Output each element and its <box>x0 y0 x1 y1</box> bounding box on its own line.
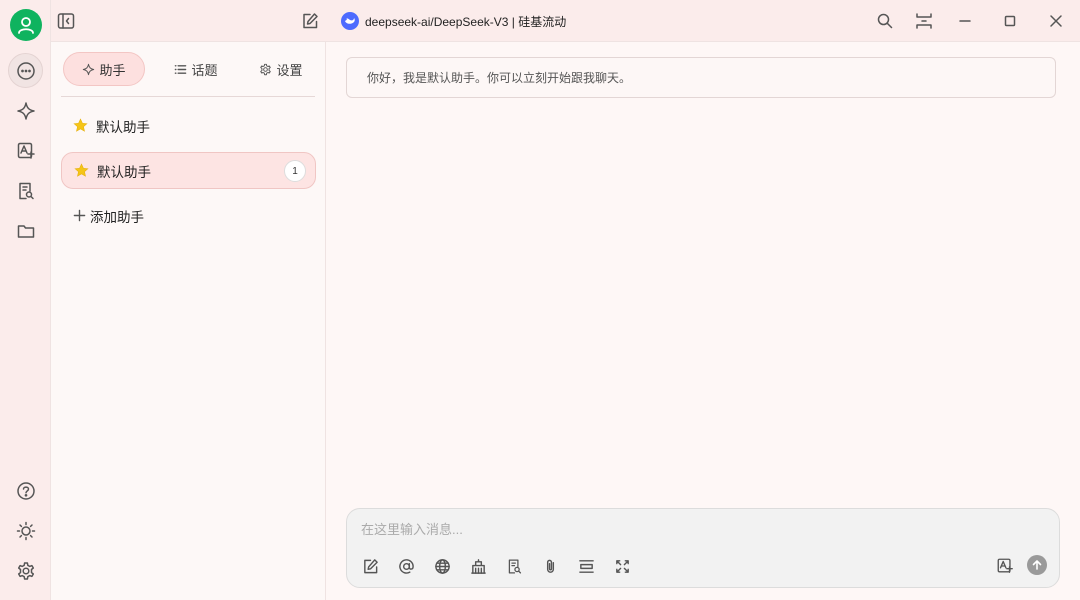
assistant-panel: 助手 话题 设置 默认助手 默认助手 1 添加助手 <box>51 41 326 600</box>
sidebar-toggle-icon <box>57 13 75 29</box>
assistant-item[interactable]: 默认助手 <box>61 107 316 144</box>
edit-icon <box>363 558 378 573</box>
expand-input-tool[interactable] <box>610 554 634 578</box>
send-button[interactable] <box>1027 555 1047 575</box>
minimize-icon <box>959 20 971 22</box>
maximize-button[interactable] <box>997 8 1023 34</box>
star-icon <box>74 163 89 177</box>
toggle-sidebar-button[interactable] <box>53 8 79 34</box>
at-sign-icon <box>398 558 414 574</box>
rail-agents-button[interactable] <box>8 93 43 128</box>
deepseek-logo-icon <box>341 12 359 30</box>
tab-settings[interactable]: 设置 <box>241 52 321 86</box>
folder-icon <box>17 224 34 238</box>
greeting-text: 你好，我是默认助手。你可以立刻开始跟我聊天。 <box>367 71 632 85</box>
maximize-icon <box>1004 15 1016 27</box>
tab-assistants[interactable]: 助手 <box>63 52 145 86</box>
translate-tool[interactable] <box>993 554 1017 578</box>
gear-icon <box>260 63 272 75</box>
close-icon <box>1050 15 1062 27</box>
left-rail <box>0 0 51 600</box>
rail-help-button[interactable] <box>8 473 43 508</box>
search-button[interactable] <box>872 8 898 34</box>
assistant-item-selected[interactable]: 默认助手 1 <box>61 152 316 189</box>
list-icon <box>175 64 187 74</box>
search-icon <box>877 13 893 29</box>
library-icon <box>470 558 486 574</box>
add-assistant-button[interactable]: 添加助手 <box>61 197 316 234</box>
document-search-icon <box>18 182 34 199</box>
tab-settings-label: 设置 <box>276 62 303 78</box>
tabs-divider <box>61 96 315 97</box>
assistant-item-label: 默认助手 <box>96 119 150 135</box>
rail-docs-button[interactable] <box>8 173 43 208</box>
tab-topics-label: 话题 <box>191 62 218 78</box>
message-input[interactable] <box>361 518 1041 540</box>
titlebar: deepseek-ai/DeepSeek-V3 | 硅基流动 <box>51 0 1080 41</box>
assistant-item-label: 默认助手 <box>97 164 151 180</box>
sparkle-icon <box>16 101 35 120</box>
rail-files-button[interactable] <box>8 213 43 248</box>
model-name-label: deepseek-ai/DeepSeek-V3 | 硅基流动 <box>365 14 567 29</box>
user-icon <box>18 17 34 34</box>
help-icon <box>16 481 35 500</box>
narrow-mode-icon <box>916 13 932 29</box>
panel-tabs: 助手 话题 设置 <box>61 52 316 88</box>
tab-topics[interactable]: 话题 <box>156 52 236 86</box>
topic-count-badge: 1 <box>284 160 306 182</box>
chat-bubble-icon <box>16 61 35 80</box>
rail-settings-button[interactable] <box>8 553 43 588</box>
plus-icon <box>73 209 86 222</box>
tab-assistants-label: 助手 <box>99 62 126 78</box>
sun-icon <box>16 521 35 540</box>
assistant-greeting-message: 你好，我是默认助手。你可以立刻开始跟我聊天。 <box>346 57 1056 98</box>
document-search-tool[interactable] <box>502 554 526 578</box>
knowledge-base-tool[interactable] <box>466 554 490 578</box>
minimize-button[interactable] <box>952 8 978 34</box>
rail-chat-button[interactable] <box>8 53 43 88</box>
image-translate-icon <box>17 142 35 159</box>
image-translate-icon <box>997 558 1013 573</box>
new-topic-tool[interactable] <box>358 554 382 578</box>
rail-paint-button[interactable] <box>8 133 43 168</box>
add-assistant-label: 添加助手 <box>90 209 144 225</box>
star-icon <box>73 118 88 132</box>
mention-model-tool[interactable] <box>394 554 418 578</box>
expand-icon <box>615 559 629 573</box>
message-composer <box>346 508 1060 588</box>
close-button[interactable] <box>1043 8 1069 34</box>
new-chat-button[interactable] <box>297 8 323 34</box>
rail-theme-button[interactable] <box>8 513 43 548</box>
edit-icon <box>303 13 318 29</box>
globe-icon <box>434 558 450 574</box>
attach-file-tool[interactable] <box>538 554 562 578</box>
user-avatar[interactable] <box>10 9 42 41</box>
web-search-tool[interactable] <box>430 554 454 578</box>
sparkle-icon <box>83 63 95 75</box>
paperclip-icon <box>546 559 554 573</box>
chat-area: 你好，我是默认助手。你可以立刻开始跟我聊天。 <box>326 41 1080 600</box>
clear-context-tool[interactable] <box>574 554 598 578</box>
narrow-mode-button[interactable] <box>911 8 937 34</box>
model-selector[interactable]: deepseek-ai/DeepSeek-V3 | 硅基流动 <box>341 11 566 31</box>
context-separator-icon <box>578 559 594 573</box>
gear-icon <box>17 561 34 580</box>
document-search-icon <box>508 558 521 574</box>
arrow-up-icon <box>1032 560 1042 570</box>
